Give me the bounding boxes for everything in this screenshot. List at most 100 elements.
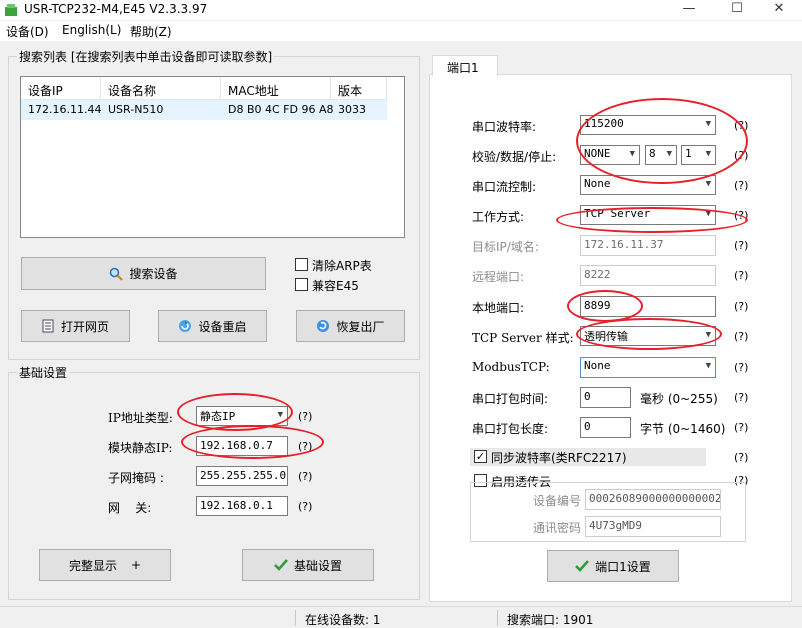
help-mode[interactable]: (?) <box>734 209 748 222</box>
tab-port1[interactable]: 端口1 <box>432 55 498 76</box>
server-style-label: TCP Server 样式: <box>472 331 574 345</box>
help-sync-baud[interactable]: (?) <box>734 451 748 464</box>
column-header-name[interactable]: 设备名称 <box>101 77 221 100</box>
modbus-value: None <box>584 359 611 372</box>
search-group-title: 搜索列表 [在搜索列表中单击设备即可读取参数] <box>17 48 275 65</box>
cell-ip: 172.16.11.44 <box>28 103 102 116</box>
clear-arp-checkbox[interactable] <box>295 258 308 271</box>
port1-apply-button[interactable]: 端口1设置 <box>547 550 679 582</box>
status-separator <box>497 610 498 626</box>
full-display-button[interactable]: 完整显示 + <box>39 549 171 581</box>
data-bits-value: 8 <box>649 147 656 160</box>
factory-reset-button[interactable]: 恢复出厂 <box>296 310 405 342</box>
basic-settings-button[interactable]: 基础设置 <box>242 549 374 581</box>
close-button[interactable]: ✕ <box>756 0 802 20</box>
target-ip-label: 目标IP/域名: <box>472 240 539 254</box>
help-server-style[interactable]: (?) <box>734 330 748 343</box>
mode-select[interactable]: TCP Server ▼ <box>580 205 716 225</box>
menu-english[interactable]: English(L) <box>62 23 121 37</box>
chevron-down-icon: ▼ <box>666 149 672 159</box>
help-ip-type[interactable]: (?) <box>298 410 312 423</box>
pack-len-input[interactable]: 0 <box>580 417 631 438</box>
search-device-label: 搜索设备 <box>129 267 178 281</box>
help-baud[interactable]: (?) <box>734 119 748 132</box>
data-bits-select[interactable]: 8 ▼ <box>645 145 677 165</box>
menu-bar: 设备(D) English(L) 帮助(Z) <box>0 21 802 41</box>
help-pack-time[interactable]: (?) <box>734 391 748 404</box>
pack-time-input[interactable]: 0 <box>580 387 631 408</box>
server-style-select[interactable]: 透明传输 ▼ <box>580 326 716 346</box>
password-input[interactable]: 4U73gMD9 <box>585 516 721 537</box>
column-header-ip[interactable]: 设备IP <box>21 77 101 100</box>
cell-version: 3033 <box>338 103 366 116</box>
chevron-down-icon: ▼ <box>705 361 711 371</box>
modbus-label: ModbusTCP: <box>472 360 550 374</box>
parity-value: NONE <box>584 147 611 160</box>
chevron-down-icon: ▼ <box>705 209 711 219</box>
help-static-ip[interactable]: (?) <box>298 440 312 453</box>
basic-settings-title: 基础设置 <box>17 364 70 381</box>
chevron-down-icon: ▼ <box>705 119 711 129</box>
search-device-button[interactable]: 搜索设备 <box>21 257 266 290</box>
mode-label: 工作方式: <box>472 210 525 224</box>
help-local[interactable]: (?) <box>734 300 748 313</box>
factory-reset-label: 恢复出厂 <box>336 319 385 334</box>
static-ip-input[interactable]: 192.168.0.7 <box>196 436 288 456</box>
column-header-mac[interactable]: MAC地址 <box>221 77 331 100</box>
parity-label: 校验/数据/停止: <box>472 150 557 164</box>
remote-port-label: 远程端口: <box>472 270 525 284</box>
local-port-input[interactable]: 8899 <box>580 296 716 317</box>
subnet-input[interactable]: 255.255.255.0 <box>196 466 288 486</box>
device-id-label: 设备编号 <box>533 494 582 508</box>
baud-label: 串口波特率: <box>472 120 537 134</box>
help-modbus[interactable]: (?) <box>734 361 748 374</box>
restart-button[interactable]: 设备重启 <box>158 310 267 342</box>
status-bar: 在线设备数: 1 搜索端口: 1901 <box>0 606 802 628</box>
target-ip-input[interactable]: 172.16.11.37 <box>580 235 716 256</box>
parity-select[interactable]: NONE ▼ <box>580 145 640 165</box>
modbus-select[interactable]: None ▼ <box>580 357 716 378</box>
mode-value: TCP Server <box>584 207 651 220</box>
minimize-button[interactable]: — <box>666 0 712 20</box>
restart-icon <box>179 320 192 332</box>
ip-type-select[interactable]: 静态IP ▼ <box>196 406 288 426</box>
password-label: 通讯密码 <box>533 521 582 535</box>
help-remote[interactable]: (?) <box>734 269 748 282</box>
help-gateway[interactable]: (?) <box>298 500 312 513</box>
gateway-input[interactable]: 192.168.0.1 <box>196 496 288 516</box>
app-logo-icon <box>5 4 17 16</box>
stop-bits-value: 1 <box>685 147 692 160</box>
port1-apply-label: 端口1设置 <box>595 559 651 574</box>
compat-e45-checkbox[interactable] <box>295 278 308 291</box>
sync-baud-checkbox[interactable]: ✓ <box>474 450 487 463</box>
pack-len-unit: 字节 (0~1460) <box>640 422 726 436</box>
open-web-label: 打开网页 <box>60 319 109 334</box>
stop-bits-select[interactable]: 1 ▼ <box>681 145 716 165</box>
local-port-label: 本地端口: <box>472 301 525 315</box>
device-id-input[interactable]: 00026089000000000002 <box>585 489 721 510</box>
device-list[interactable]: 设备IP 设备名称 MAC地址 版本 172.16.11.44 USR-N510… <box>20 76 405 238</box>
remote-port-input[interactable]: 8222 <box>580 265 716 286</box>
help-flow[interactable]: (?) <box>734 179 748 192</box>
gateway-label: 网 关: <box>108 501 152 515</box>
status-separator <box>295 610 296 626</box>
checkmark-icon <box>274 559 288 571</box>
restart-label: 设备重启 <box>198 319 247 334</box>
help-target[interactable]: (?) <box>734 239 748 252</box>
help-pack-len[interactable]: (?) <box>734 421 748 434</box>
flow-label: 串口流控制: <box>472 180 537 194</box>
maximize-button[interactable]: ☐ <box>714 0 760 20</box>
baud-select[interactable]: 115200 ▼ <box>580 115 716 135</box>
open-web-button[interactable]: 打开网页 <box>21 310 130 342</box>
help-subnet[interactable]: (?) <box>298 470 312 483</box>
magnifier-icon <box>110 267 124 281</box>
menu-help[interactable]: 帮助(Z) <box>130 23 172 40</box>
menu-device[interactable]: 设备(D) <box>6 23 49 40</box>
checkmark-icon <box>575 560 590 572</box>
column-header-version[interactable]: 版本 <box>331 77 387 100</box>
sync-baud-label: 同步波特率(类RFC2217) <box>491 451 627 465</box>
cell-mac: D8 B0 4C FD 96 A8 <box>228 103 334 116</box>
basic-settings-button-label: 基础设置 <box>293 558 342 573</box>
flow-select[interactable]: None ▼ <box>580 175 716 195</box>
help-parity[interactable]: (?) <box>734 149 748 162</box>
